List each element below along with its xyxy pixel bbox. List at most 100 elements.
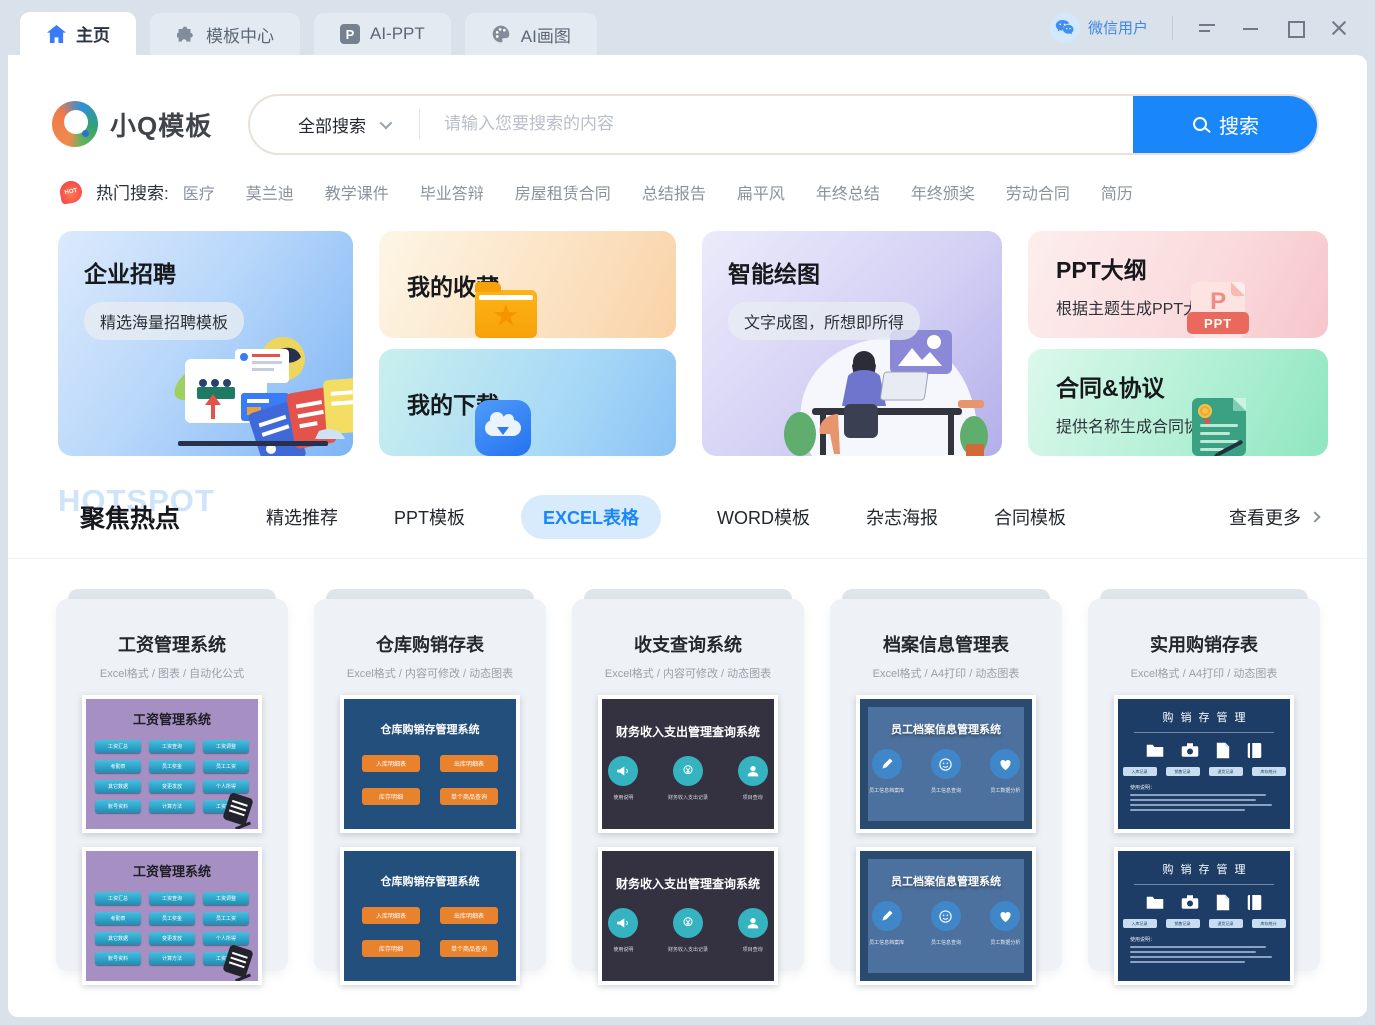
- tab-contract-templates[interactable]: 合同模板: [994, 495, 1066, 539]
- search-category-dropdown[interactable]: 全部搜索: [250, 112, 419, 137]
- app-logo: 小Q模板: [52, 101, 248, 147]
- tab-home[interactable]: 主页: [20, 12, 136, 55]
- hot-search-term[interactable]: 简历: [1101, 180, 1133, 204]
- heart-icon: [990, 749, 1020, 779]
- template-thumbnail[interactable]: 财务收入支出管理查询系统 使用说明 财务收入支出记录 项目查询: [598, 847, 778, 985]
- feature-card-ppt-outline[interactable]: PPT大纲 根据主题生成PPT大纲 P PPT: [1028, 231, 1328, 338]
- hot-search-term[interactable]: 医疗: [183, 180, 215, 204]
- hot-search-term[interactable]: 毕业答辩: [420, 180, 484, 204]
- hot-search-label: 热门搜索:: [96, 179, 169, 204]
- template-thumbnail[interactable]: 仓库购销存管理系统 入库明细表出库明细表库存明细单个商品查询: [340, 847, 520, 985]
- hot-flame-icon: HOT: [58, 179, 83, 204]
- wechat-user-chip[interactable]: 微信用户: [1050, 13, 1148, 43]
- preview-button: 考勤表: [95, 760, 141, 773]
- hot-search-term[interactable]: 莫兰迪: [246, 180, 294, 204]
- template-card-finance: 收支查询系统 Excel格式 / 内容可修改 / 动态图表 财务收入支出管理查询…: [572, 589, 804, 971]
- preview-button: 入库明细表: [362, 755, 420, 772]
- hot-search-row: HOT 热门搜索: 医疗 莫兰迪 教学课件 毕业答辩 房屋租赁合同 总结报告 扁平风 年终总结…: [60, 179, 1319, 204]
- search-icon: [1193, 117, 1207, 131]
- tab-ai-draw[interactable]: AI画图: [465, 13, 597, 55]
- template-card[interactable]: 档案信息管理表 Excel格式 / A4打印 / 动态图表 员工档案信息管理系统…: [830, 599, 1062, 971]
- template-grid: 工资管理系统 Excel格式 / 图表 / 自动化公式 工资管理系统 工资汇总工…: [56, 589, 1367, 971]
- template-card[interactable]: 工资管理系统 Excel格式 / 图表 / 自动化公式 工资管理系统 工资汇总工…: [56, 599, 288, 971]
- close-button[interactable]: [1329, 18, 1349, 38]
- template-subtitle: Excel格式 / 内容可修改 / 动态图表: [314, 665, 546, 681]
- hot-search-terms: 医疗 莫兰迪 教学课件 毕业答辩 房屋租赁合同 总结报告 扁平风 年终总结 年终颁奖 劳动合同 简历: [183, 180, 1133, 204]
- hot-search-term[interactable]: 总结报告: [642, 180, 706, 204]
- search-category-label: 全部搜索: [298, 112, 366, 137]
- template-thumbnail[interactable]: 工资管理系统 工资汇总工资查询工资调整考勤表员工奖金员工工资其它数据变更发放个人…: [82, 847, 262, 985]
- tab-excel-tables[interactable]: EXCEL表格: [521, 495, 661, 539]
- tab-magazine-posters[interactable]: 杂志海报: [866, 495, 938, 539]
- feature-card-contract[interactable]: 合同&协议 提供名称生成合同协议: [1028, 349, 1328, 456]
- view-more-label: 查看更多: [1229, 504, 1301, 530]
- template-thumbnail[interactable]: 员工档案信息管理系统 员工信息档案库 员工信息查询 员工数据分析: [856, 695, 1036, 833]
- hot-search-term[interactable]: 教学课件: [325, 180, 389, 204]
- template-subtitle: Excel格式 / A4打印 / 动态图表: [1088, 665, 1320, 681]
- hot-search-term[interactable]: 年终颁奖: [911, 180, 975, 204]
- view-more-link[interactable]: 查看更多: [1229, 504, 1319, 530]
- folder-icon: [1146, 742, 1164, 759]
- ppt-file-icon: P PPT: [1191, 282, 1245, 338]
- template-thumbnail[interactable]: 仓库购销存管理系统 入库明细表出库明细表库存明细单个商品查询: [340, 695, 520, 833]
- template-thumbnail[interactable]: 购销存管理 入库记录销售记录退货记录库存统计 使用说明：: [1114, 695, 1294, 833]
- megaphone-icon: [608, 908, 638, 938]
- template-card[interactable]: 实用购销存表 Excel格式 / A4打印 / 动态图表 购销存管理 入库记录销…: [1088, 599, 1320, 971]
- feature-card-downloads[interactable]: 我的下载: [379, 349, 676, 456]
- preview-button: 退货记录: [1209, 767, 1243, 776]
- template-title: 仓库购销存表: [314, 599, 546, 657]
- preview-button: 出库明细表: [440, 755, 498, 772]
- search-input[interactable]: [420, 114, 1133, 134]
- template-card-inventory: 实用购销存表 Excel格式 / A4打印 / 动态图表 购销存管理 入库记录销…: [1088, 589, 1320, 971]
- preview-button: 工资汇总: [95, 740, 141, 753]
- search-bar: 全部搜索 搜索: [248, 94, 1319, 155]
- feature-card-recruit[interactable]: 企业招聘 精选海量招聘模板: [58, 231, 353, 456]
- preview-button: 个人所得: [203, 932, 249, 945]
- pen-icon: [872, 749, 902, 779]
- tab-word-templates[interactable]: WORD模板: [717, 495, 810, 539]
- tab-ai-ppt-label: AI-PPT: [370, 24, 425, 44]
- template-title: 工资管理系统: [56, 599, 288, 657]
- template-thumbnail[interactable]: 员工档案信息管理系统 员工信息档案库 员工信息查询 员工数据分析: [856, 847, 1036, 985]
- person-search-icon: [738, 756, 768, 786]
- template-card[interactable]: 仓库购销存表 Excel格式 / 内容可修改 / 动态图表 仓库购销存管理系统 …: [314, 599, 546, 971]
- ai-draw-title: 智能绘图: [728, 255, 1002, 289]
- menu-icon[interactable]: [1197, 18, 1217, 38]
- maximize-button[interactable]: [1285, 18, 1305, 38]
- template-card[interactable]: 收支查询系统 Excel格式 / 内容可修改 / 动态图表 财务收入支出管理查询…: [572, 599, 804, 971]
- tab-ai-ppt[interactable]: P AI-PPT: [314, 13, 451, 55]
- template-thumbnail[interactable]: 工资管理系统 工资汇总工资查询工资调整考勤表员工奖金员工工资其它数据变更发放个人…: [82, 695, 262, 833]
- tab-template-center[interactable]: 模板中心: [150, 13, 300, 55]
- logo-text: 小Q模板: [110, 106, 212, 143]
- preview-button: 退货记录: [1209, 919, 1243, 928]
- search-button-label: 搜索: [1219, 110, 1259, 139]
- feature-card-ai-draw[interactable]: 智能绘图 文字成图，所想即所得: [702, 231, 1002, 456]
- preview-button: 出库明细表: [440, 907, 498, 924]
- hot-search-term[interactable]: 房屋租赁合同: [515, 180, 611, 204]
- hot-search-term[interactable]: 扁平风: [737, 180, 785, 204]
- logo-swirl-icon: [52, 101, 98, 147]
- smiley-icon: [931, 901, 961, 931]
- template-thumbnail[interactable]: 购销存管理 入库记录销售记录退货记录库存统计 使用说明：: [1114, 847, 1294, 985]
- hot-search-term[interactable]: 劳动合同: [1006, 180, 1070, 204]
- camera-icon: [1181, 894, 1199, 911]
- template-thumbnail[interactable]: 财务收入支出管理查询系统 使用说明 财务收入支出记录 项目查询: [598, 695, 778, 833]
- puzzle-icon: [176, 24, 196, 44]
- recruit-title: 企业招聘: [84, 255, 353, 289]
- minimize-button[interactable]: [1241, 18, 1261, 38]
- hotspot-title-wrap: HOTSPOT 聚焦热点: [58, 499, 258, 535]
- hotspot-tabs: 精选推荐 PPT模板 EXCEL表格 WORD模板 杂志海报 合同模板: [266, 495, 1066, 539]
- feature-card-favorites[interactable]: 我的收藏 ★: [379, 231, 676, 338]
- tab-ppt-templates[interactable]: PPT模板: [394, 495, 465, 539]
- hot-search-term[interactable]: 年终总结: [816, 180, 880, 204]
- template-card-warehouse: 仓库购销存表 Excel格式 / 内容可修改 / 动态图表 仓库购销存管理系统 …: [314, 589, 546, 971]
- money-record-icon: [673, 756, 703, 786]
- file-icon: [1216, 894, 1230, 911]
- template-title: 收支查询系统: [572, 599, 804, 657]
- home-icon: [46, 24, 66, 44]
- search-button[interactable]: 搜索: [1133, 94, 1319, 155]
- ppt-p-icon: P: [340, 24, 360, 44]
- tab-featured[interactable]: 精选推荐: [266, 495, 338, 539]
- preview-button: 入库明细表: [362, 907, 420, 924]
- favorites-folder-icon: ★: [475, 290, 537, 338]
